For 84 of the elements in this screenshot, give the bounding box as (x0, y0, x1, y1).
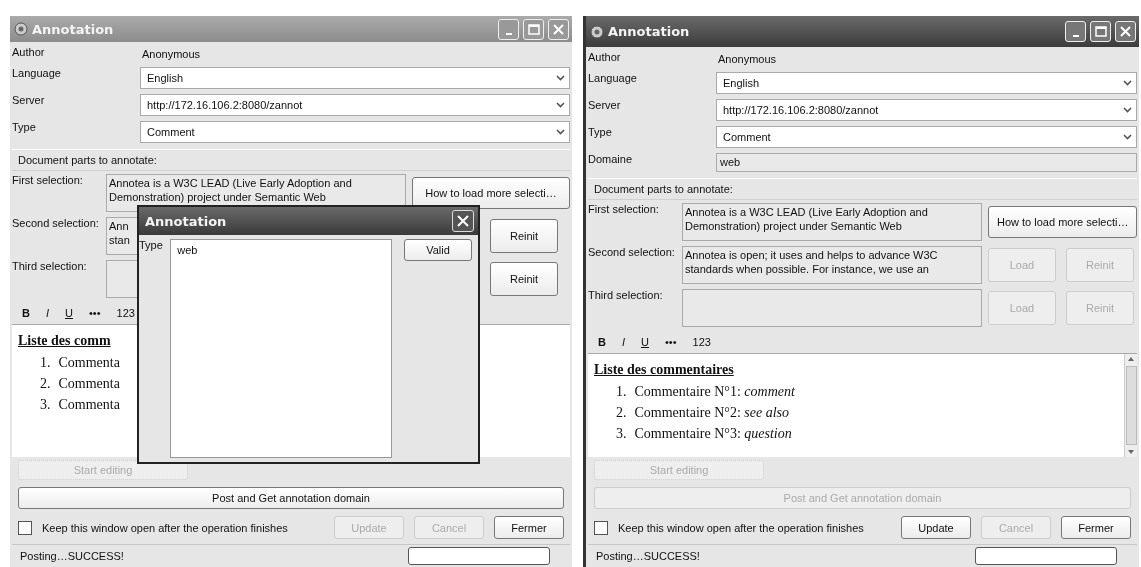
field-label: Type (12, 121, 37, 133)
list-number: 2. (40, 375, 51, 393)
maximize-icon (1094, 25, 1107, 38)
window-title: Annotation (32, 21, 114, 37)
author-value: Anonymous (717, 52, 778, 67)
selection-text: Demonstration) project under Semantic Web (109, 190, 326, 204)
input-field: web (716, 153, 1137, 172)
chevron-down-icon (1123, 134, 1132, 140)
comment-item: Commenta (58, 396, 120, 414)
list-number: 1. (40, 354, 51, 372)
format-tool[interactable]: I (621, 336, 625, 348)
app-icon (14, 22, 28, 36)
checkbox[interactable] (594, 520, 608, 535)
format-tool[interactable]: 123 (692, 336, 711, 348)
status-text: Posting…SUCCESS! (596, 550, 701, 562)
selection-text: Annotea is a W3C LEAD (Live Early Adoption and (685, 205, 928, 219)
close-button[interactable] (452, 210, 474, 232)
chevron-down-icon (1123, 80, 1132, 86)
selection-label: First selection: (12, 174, 84, 188)
chevron-down-icon (556, 75, 565, 81)
app-icon (590, 24, 604, 39)
chevron-down-icon (1123, 107, 1132, 113)
list-number: 1. (616, 383, 627, 401)
format-tool[interactable]: U (641, 336, 649, 348)
field-label: Author (588, 51, 622, 63)
dialog-title: Annotation (145, 213, 227, 229)
comment-item: Commentaire N°3: question (634, 425, 792, 443)
selection-label: Third selection: (12, 260, 88, 274)
selection-label: Third selection: (588, 289, 664, 303)
list-heading: Liste des commentaires (594, 362, 735, 378)
close-button[interactable] (1115, 21, 1136, 42)
list-heading: Liste des comm (18, 333, 112, 349)
minimize-icon (1072, 35, 1079, 37)
checkbox-label: Keep this window open after the operation finishes (618, 521, 865, 534)
author-value: Anonymous (141, 47, 202, 62)
list-number: 2. (616, 404, 627, 422)
comment-item: Commentaire N°2: see also (634, 404, 790, 422)
selection-label: Second selection: (12, 217, 100, 231)
dropdown[interactable]: English (716, 72, 1137, 94)
dialog-button[interactable]: Fermer (1061, 516, 1131, 539)
dialog-button[interactable]: Update (901, 516, 971, 539)
selection-text: Ann (109, 219, 129, 233)
comment-item: Commenta (58, 375, 120, 393)
maximize-icon (527, 22, 540, 36)
maximize-button[interactable] (1090, 21, 1111, 42)
section-heading: Document parts to annotate: (588, 178, 1137, 200)
minimize-icon (505, 32, 512, 35)
list-number: 3. (616, 425, 627, 443)
window-title: Annotation (608, 24, 690, 39)
dropdown[interactable]: Comment (716, 126, 1137, 148)
dropdown[interactable]: http://172.16.106.2:8080/zannot (716, 99, 1137, 121)
comment-item: Commentaire N°1: comment (634, 383, 795, 401)
field-label: Type (588, 126, 613, 138)
status-text: Posting…SUCCESS! (20, 550, 125, 562)
selection-text: stan (109, 233, 130, 247)
list-number: 3. (40, 396, 51, 414)
selection-text: standards when possible. For instance, we use an (685, 262, 929, 276)
selection-text: Demonstration) project under Semantic Web (685, 219, 902, 233)
scrollbar[interactable] (1124, 354, 1137, 457)
close-icon (1119, 25, 1132, 38)
field-label: Language (588, 72, 638, 84)
close-icon (457, 215, 469, 227)
selection-label: Second selection: (588, 246, 676, 260)
minimize-button[interactable] (1065, 21, 1086, 42)
field-label: Server (588, 99, 622, 111)
selection-text: Annotea is a W3C LEAD (Live Early Adoption and (109, 176, 352, 190)
comment-item: Commenta (58, 354, 120, 372)
comments-editor[interactable]: Liste des commentaires 1. Commentaire N°1: comment 2. Commentaire N°2: see also 3. Commentaire N°3: question (588, 353, 1137, 457)
load-more-button[interactable]: How to load more selecti… (988, 206, 1138, 238)
selection-label: First selection: (588, 203, 660, 217)
selection-text: Annotea is open; it uses and helps to advance W3C (685, 248, 938, 262)
format-tool[interactable]: ••• (664, 336, 677, 348)
field-label: Type (139, 239, 164, 253)
chevron-down-icon (556, 102, 565, 108)
field-label: Language (12, 67, 62, 79)
chevron-down-icon (556, 129, 565, 135)
field-label: Domaine (588, 153, 634, 165)
checkbox-label: Keep this window open after the operation finishes (42, 521, 289, 534)
format-tool[interactable]: B (598, 336, 606, 348)
close-icon (552, 22, 565, 36)
field-label: Author (12, 46, 46, 58)
field-label: Server (12, 94, 46, 106)
scroll-thumb[interactable] (1125, 366, 1137, 445)
section-heading: Document parts to annotate: (12, 149, 570, 171)
